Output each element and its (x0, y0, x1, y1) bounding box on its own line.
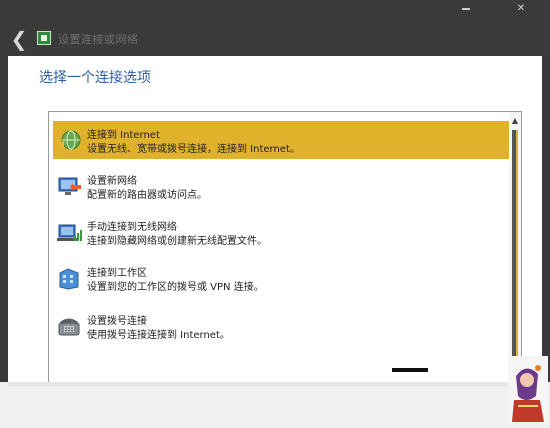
close-icon[interactable]: ✕ (516, 4, 526, 14)
option-new-network[interactable]: 设置新网络 配置新的路由器或访问点。 (53, 167, 509, 207)
option-title: 连接到工作区 (87, 268, 147, 279)
connection-options-list: 连接到 Internet 设置无线、宽带或拨号连接，连接到 Internet。 … (48, 111, 522, 417)
window-title: 设置连接或网络 (58, 33, 139, 46)
option-description: 连接到隐藏网络或创建新无线配置文件。 (87, 236, 267, 247)
workplace-icon (59, 268, 79, 290)
option-description: 配置新的路由器或访问点。 (87, 190, 207, 201)
option-description: 设置到您的工作区的拨号或 VPN 连接。 (87, 282, 264, 293)
bottom-bar (0, 356, 550, 428)
globe-connect-icon (57, 130, 81, 150)
option-title: 连接到 Internet (87, 130, 160, 141)
wireless-network-icon (57, 224, 82, 241)
network-setup-icon (37, 31, 51, 45)
title-bar: ❮ 设置连接或网络 ✕ (0, 0, 550, 56)
new-network-icon (58, 177, 81, 195)
chevron-left-icon: ❮ (10, 27, 28, 51)
option-description: 设置无线、宽带或拨号连接，连接到 Internet。 (87, 144, 300, 155)
divider (8, 382, 542, 386)
dialog-panel: 选择一个连接选项 连接到 Internet 设置无线、宽带或拨号连接，连接到 I… (8, 56, 542, 417)
minimize-icon[interactable] (462, 8, 470, 10)
option-workplace[interactable]: 连接到工作区 设置到您的工作区的拨号或 VPN 连接。 (53, 259, 509, 299)
decorative-figure-icon (508, 356, 548, 424)
option-connect-internet[interactable]: 连接到 Internet 设置无线、宽带或拨号连接，连接到 Internet。 (53, 121, 509, 159)
scroll-up-icon[interactable]: ▲ (509, 116, 521, 126)
divider-mark (392, 368, 428, 372)
back-button[interactable]: ❮ (10, 28, 28, 50)
option-title: 设置拨号连接 (87, 316, 147, 327)
dialup-phone-icon (58, 318, 80, 336)
page-title: 选择一个连接选项 (39, 70, 151, 86)
option-manual-wireless[interactable]: 手动连接到无线网络 连接到隐藏网络或创建新无线配置文件。 (53, 213, 509, 253)
option-dialup[interactable]: 设置拨号连接 使用拨号连接连接到 Internet。 (53, 307, 509, 347)
option-title: 设置新网络 (87, 176, 137, 187)
option-title: 手动连接到无线网络 (87, 222, 177, 233)
option-description: 使用拨号连接连接到 Internet。 (87, 330, 230, 341)
